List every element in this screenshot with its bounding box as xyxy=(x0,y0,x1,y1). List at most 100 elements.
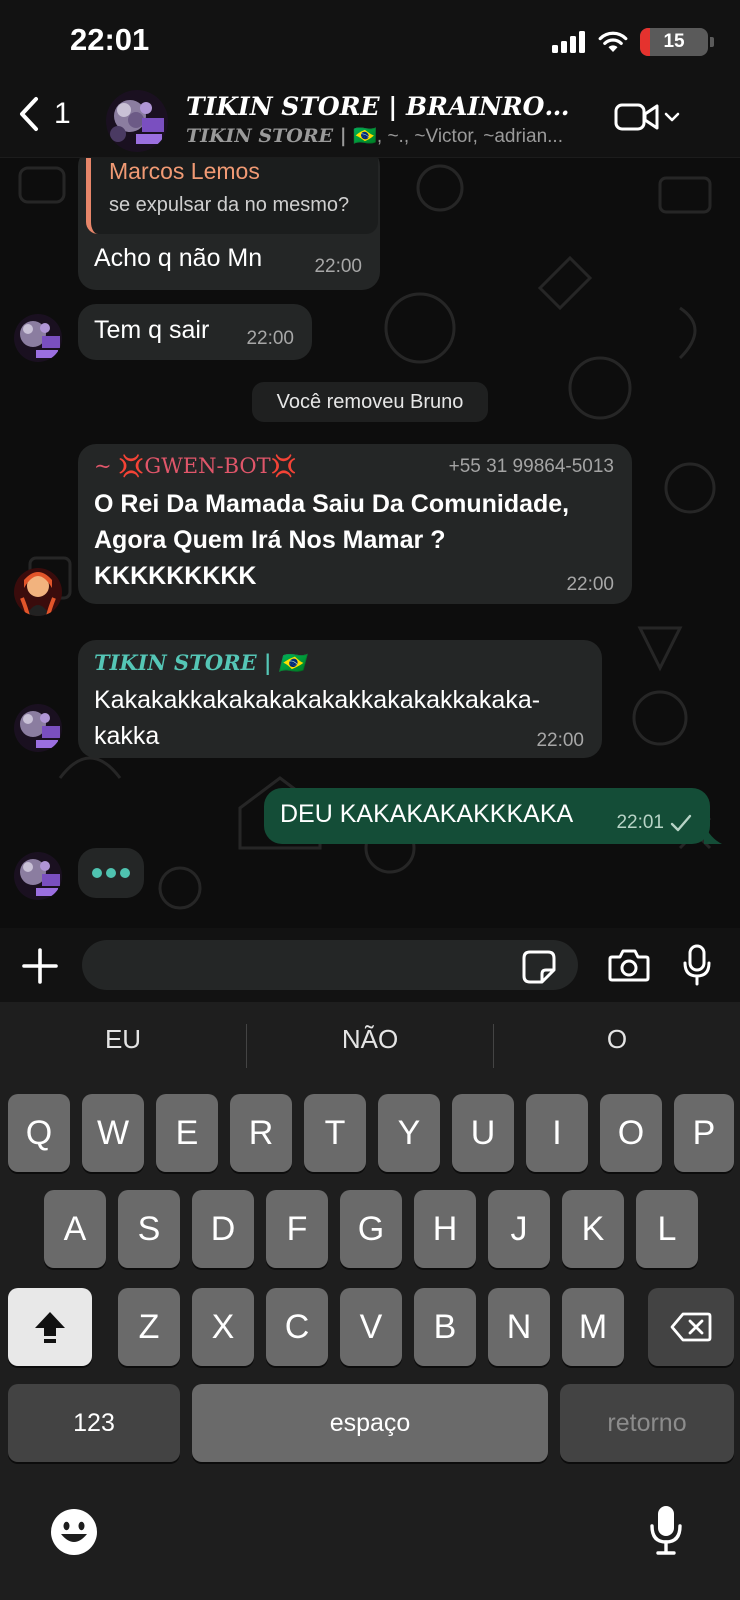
sticker-icon xyxy=(522,950,556,984)
sender-avatar[interactable] xyxy=(14,568,62,616)
message-time: 22:00 xyxy=(536,730,584,751)
key-q[interactable]: Q xyxy=(8,1094,70,1172)
message-time: 22:00 xyxy=(314,256,362,277)
emoji-icon xyxy=(51,1509,97,1555)
shift-key[interactable] xyxy=(8,1288,92,1366)
status-bar: 22:01 15 xyxy=(0,0,740,84)
message-text: Acho q não Mn xyxy=(94,244,263,272)
return-key[interactable]: retorno xyxy=(560,1384,734,1462)
key-j[interactable]: J xyxy=(488,1190,550,1268)
delete-key[interactable] xyxy=(648,1288,734,1366)
key-n[interactable]: N xyxy=(488,1288,550,1366)
sender-name[interactable]: ~ 💢GWEN-BOT💢 xyxy=(94,454,297,479)
suggestion-2[interactable]: NÃO xyxy=(247,1024,493,1055)
chat-title[interactable]: TIKIN STORE | BRAINROT |... xyxy=(186,92,586,121)
battery-level: 15 xyxy=(663,31,685,52)
sender-avatar[interactable] xyxy=(14,314,62,362)
key-w[interactable]: W xyxy=(82,1094,144,1172)
status-icons: 15 xyxy=(552,28,714,56)
status-time: 22:01 xyxy=(70,22,150,57)
quoted-message[interactable]: Marcos Lemos se expulsar da no mesmo? xyxy=(86,158,378,234)
suggestion-bar: EU NÃO O xyxy=(0,1002,740,1090)
message-text: DEU KAKAKAKAKKKAKA xyxy=(280,800,574,828)
quoted-text: se expulsar da no mesmo? xyxy=(109,194,350,216)
message-list[interactable]: Marcos Lemos se expulsar da no mesmo? Ac… xyxy=(0,158,740,928)
space-key[interactable]: espaço xyxy=(192,1384,548,1462)
sticker-button[interactable] xyxy=(522,950,556,989)
video-call-button[interactable] xyxy=(614,100,680,134)
key-d[interactable]: D xyxy=(192,1190,254,1268)
suggestion-1[interactable]: EU xyxy=(0,1024,246,1055)
message-bubble[interactable]: TIKIN STORE | 🇧🇷 Kakakakkakakakakakakkak… xyxy=(78,640,602,758)
key-f[interactable]: F xyxy=(266,1190,328,1268)
key-m[interactable]: M xyxy=(562,1288,624,1366)
composer-bar xyxy=(0,928,740,1002)
key-k[interactable]: K xyxy=(562,1190,624,1268)
message-text: Kakakakkakakakakakakkakakakkakaka-kakka xyxy=(94,686,541,750)
message-text: O Rei Da Mamada Saiu Da Comunidade, Agor… xyxy=(94,490,570,590)
camera-icon xyxy=(608,949,650,982)
message-bubble-outgoing[interactable]: DEU KAKAKAKAKKKAKA 22:01 xyxy=(264,788,710,844)
key-g[interactable]: G xyxy=(340,1190,402,1268)
key-v[interactable]: V xyxy=(340,1288,402,1366)
key-a[interactable]: A xyxy=(44,1190,106,1268)
message-bubble[interactable]: Tem q sair 22:00 xyxy=(78,304,312,360)
system-message: Você removeu Bruno xyxy=(252,382,488,422)
chevron-down-icon xyxy=(664,112,680,122)
key-s[interactable]: S xyxy=(118,1190,180,1268)
bubble-tail xyxy=(704,824,722,844)
sent-check-icon xyxy=(670,814,692,832)
voice-message-button[interactable] xyxy=(682,944,712,991)
message-bubble-bot[interactable]: ~ 💢GWEN-BOT💢 +55 31 99864-5013 O Rei Da … xyxy=(78,444,632,604)
key-p[interactable]: P xyxy=(674,1094,734,1172)
numbers-key[interactable]: 123 xyxy=(8,1384,180,1462)
key-x[interactable]: X xyxy=(192,1288,254,1366)
microphone-icon xyxy=(650,1506,682,1555)
backspace-icon xyxy=(670,1312,712,1342)
message-time: 22:00 xyxy=(566,574,614,595)
key-z[interactable]: Z xyxy=(118,1288,180,1366)
key-h[interactable]: H xyxy=(414,1190,476,1268)
key-i[interactable]: I xyxy=(526,1094,588,1172)
suggestion-3[interactable]: O xyxy=(494,1024,740,1055)
message-time: 22:00 xyxy=(246,328,294,349)
camera-button[interactable] xyxy=(608,948,650,987)
key-c[interactable]: C xyxy=(266,1288,328,1366)
wifi-icon xyxy=(598,31,628,52)
sender-avatar[interactable] xyxy=(14,852,62,900)
back-button[interactable]: 1 xyxy=(18,96,71,132)
plus-icon xyxy=(22,948,58,984)
member-list: , ~., ~Victor, ~adrian... xyxy=(376,126,563,147)
key-u[interactable]: U xyxy=(452,1094,514,1172)
key-t[interactable]: T xyxy=(304,1094,366,1172)
message-text: Tem q sair xyxy=(94,316,210,344)
dictation-button[interactable] xyxy=(648,1504,684,1561)
microphone-icon xyxy=(683,944,711,986)
key-e[interactable]: E xyxy=(156,1094,218,1172)
message-time: 22:01 xyxy=(616,812,664,833)
typing-indicator xyxy=(78,848,144,898)
sender-avatar[interactable] xyxy=(14,704,62,752)
chat-members[interactable]: TIKIN STORE | 🇧🇷, ~., ~Victor, ~adrian..… xyxy=(186,124,590,148)
key-y[interactable]: Y xyxy=(378,1094,440,1172)
group-avatar[interactable] xyxy=(106,90,168,152)
typing-dots-icon xyxy=(92,868,130,878)
key-r[interactable]: R xyxy=(230,1094,292,1172)
sender-name[interactable]: TIKIN STORE | 🇧🇷 xyxy=(94,650,305,676)
emoji-button[interactable] xyxy=(50,1508,98,1561)
shift-arrow-icon xyxy=(35,1312,65,1343)
message-bubble-reply[interactable]: Marcos Lemos se expulsar da no mesmo? Ac… xyxy=(78,158,380,290)
member-store: TIKIN STORE | xyxy=(186,125,354,147)
quoted-sender-name: Marcos Lemos xyxy=(109,158,260,184)
unread-count: 1 xyxy=(54,97,71,130)
key-l[interactable]: L xyxy=(636,1190,698,1268)
chevron-left-icon xyxy=(20,97,38,131)
key-b[interactable]: B xyxy=(414,1288,476,1366)
battery-icon: 15 xyxy=(640,28,714,56)
message-input[interactable] xyxy=(82,940,578,990)
keyboard: EU NÃO O Q W E R T Y U I O P A S D F G H… xyxy=(0,1002,740,1600)
key-o[interactable]: O xyxy=(600,1094,662,1172)
attach-button[interactable] xyxy=(22,948,58,989)
sender-phone: +55 31 99864-5013 xyxy=(448,456,614,477)
video-camera-icon xyxy=(614,103,659,131)
